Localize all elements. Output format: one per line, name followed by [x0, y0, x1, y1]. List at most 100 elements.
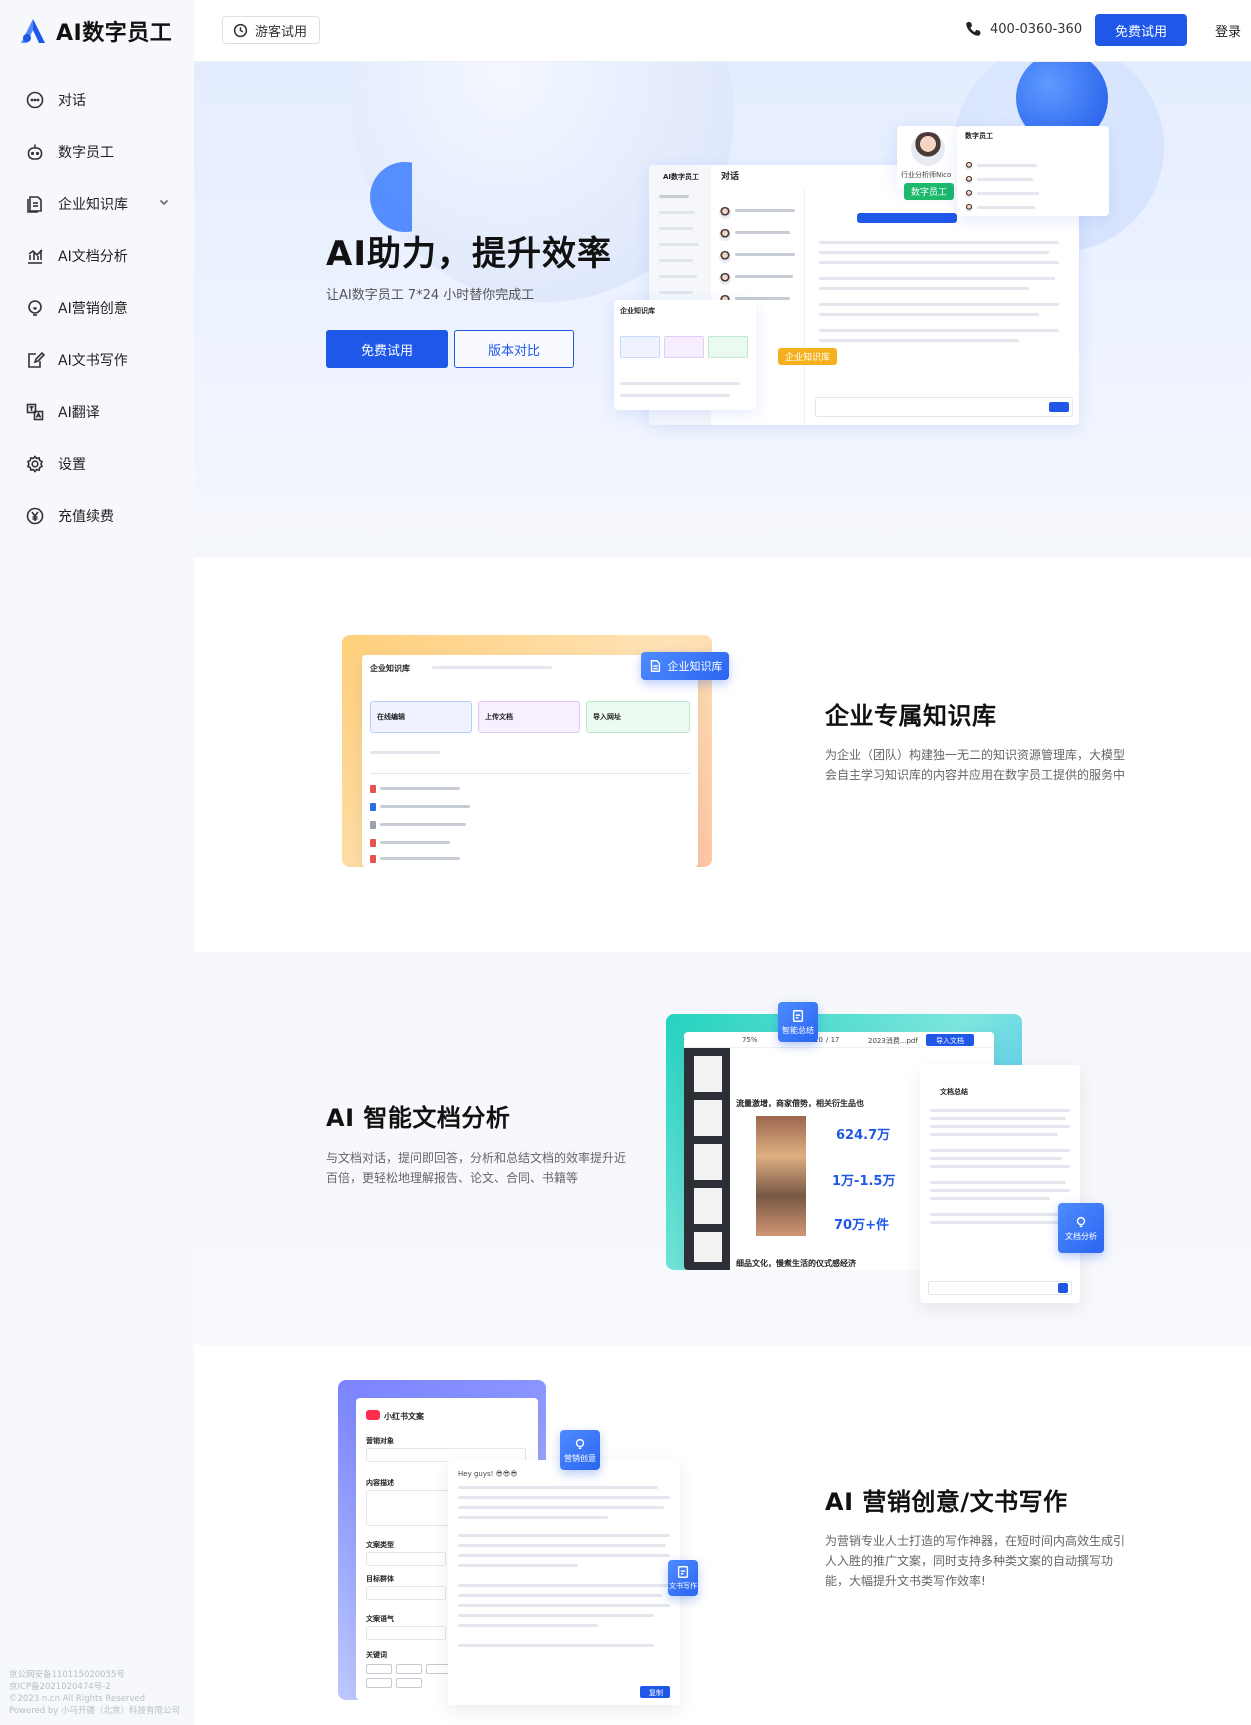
hero-free-trial-button[interactable]: 免费试用 — [326, 330, 448, 368]
form-input[interactable] — [366, 1586, 446, 1600]
kb-card-upload: 上传文档 — [478, 701, 580, 733]
mock-line — [380, 805, 470, 808]
sidebar-item-writing[interactable]: AI文书写作 — [0, 334, 194, 386]
kb-card-import: 导入网址 — [586, 701, 690, 733]
kb-window-mock: 企业知识库 — [614, 300, 756, 410]
mock-line — [977, 192, 1039, 195]
page-thumbnail[interactable] — [694, 1100, 722, 1136]
keyword-tag[interactable] — [366, 1664, 392, 1674]
mock-avatar — [719, 251, 731, 263]
form-select[interactable] — [366, 1626, 446, 1640]
doc-section-title: AI 智能文档分析 — [326, 1104, 511, 1132]
mock-line — [458, 1584, 670, 1587]
mock-line — [380, 787, 460, 790]
marketing-section-desc: 为营销专业人士打造的写作神器，在短时间内高效生成引人入胜的推广文案，同时支持多种… — [825, 1534, 1126, 1588]
copy-button[interactable]: 复制 — [640, 1686, 670, 1698]
mock-line — [458, 1486, 658, 1489]
brand-logo[interactable]: AI数字员工 — [18, 14, 172, 48]
mock-line — [819, 241, 1059, 244]
edit-document-icon — [792, 1009, 804, 1022]
sidebar-item-knowledge-base[interactable]: 企业知识库 — [0, 178, 194, 230]
sidebar-item-digital-employee[interactable]: 数字员工 — [0, 126, 194, 178]
keyword-tag[interactable] — [396, 1664, 422, 1674]
mock-chat-title: 对话 — [721, 172, 740, 182]
form-label: 营销对象 — [366, 1437, 394, 1445]
product-image — [756, 1116, 806, 1236]
page-thumbnail[interactable] — [694, 1056, 722, 1092]
xhs-logo-icon — [366, 1410, 380, 1420]
summary-input[interactable] — [928, 1281, 1072, 1295]
mock-line — [819, 251, 1049, 254]
doc-icon — [370, 803, 376, 811]
mock-line — [458, 1614, 654, 1617]
file-name[interactable]: 2023消费...pdf — [868, 1036, 918, 1046]
translate-icon — [24, 401, 46, 423]
sidebar-item-chat[interactable]: 对话 — [0, 74, 194, 126]
mock-line — [659, 211, 695, 214]
zoom-level[interactable]: 75% — [742, 1036, 758, 1044]
kb-tag: 企业知识库 — [778, 348, 838, 365]
kb-section-desc: 为企业（团队）构建独一无二的知识资源管理库，大模型会自主学习知识库的内容并应用在… — [825, 748, 1126, 782]
sidebar-item-marketing[interactable]: AI营销创意 — [0, 282, 194, 334]
footer-line[interactable]: 京公网安备110115020055号 — [9, 1669, 180, 1681]
mock-user-bubble — [857, 213, 957, 223]
chevron-down-icon[interactable] — [158, 196, 170, 208]
mock-avatar — [965, 176, 973, 184]
page-thumbnail[interactable] — [694, 1232, 722, 1262]
avatar-card-mock: 行业分析师Nico — [897, 126, 959, 188]
robot-icon — [24, 141, 46, 163]
footer-line: ©2023 n.cn All Rights Reserved — [9, 1694, 145, 1704]
xhs-mock-title: 小红书文案 — [384, 1412, 424, 1421]
mock-line — [735, 231, 790, 234]
page-thumbnail[interactable] — [694, 1188, 722, 1224]
chip-label: 营销创意 — [564, 1453, 596, 1463]
form-select[interactable] — [366, 1552, 446, 1566]
version-compare-button[interactable]: 版本对比 — [454, 330, 574, 368]
employee-window-title: 数字员工 — [965, 132, 993, 140]
import-document-button[interactable]: 导入文档 — [926, 1034, 974, 1046]
footer-line[interactable]: 京ICP备2021020474号-2 — [9, 1681, 180, 1693]
guest-trial-button[interactable]: 游客试用 — [222, 16, 321, 44]
mock-line — [458, 1534, 670, 1537]
mock-line — [819, 277, 1055, 280]
file-icon — [370, 821, 376, 829]
mock-line — [458, 1594, 662, 1597]
chat-icon — [24, 89, 46, 111]
thumbnail-strip — [684, 1048, 730, 1270]
sidebar-item-document-analysis[interactable]: AI文档分析 — [0, 230, 194, 282]
send-icon[interactable] — [1058, 1283, 1068, 1293]
sidebar-item-label: AI翻译 — [58, 405, 100, 421]
lightbulb-icon — [1076, 1216, 1086, 1227]
keyword-tag[interactable] — [396, 1678, 422, 1688]
sidebar-item-translate[interactable]: AI翻译 — [0, 386, 194, 438]
sidebar-item-settings[interactable]: 设置 — [0, 438, 194, 490]
hero-title: AI助力，提升效率 — [326, 234, 612, 274]
form-label: 内容描述 — [366, 1479, 394, 1487]
mock-avatar — [965, 190, 973, 198]
login-link[interactable]: 登录 — [1215, 21, 1241, 40]
keyword-tag[interactable] — [366, 1678, 392, 1688]
kb-card-online-edit: 在线编辑 — [370, 701, 472, 733]
mock-line — [930, 1109, 1070, 1112]
kb-card-label: 上传文档 — [485, 713, 513, 721]
mock-line — [819, 303, 1059, 306]
marketing-writing-section: 小红书文案 营销对象 内容描述 文案类型 目标群体 文案语气 关键词 Hey g… — [194, 1345, 1251, 1725]
phone-contact[interactable]: 400-0360-360 — [964, 20, 1082, 38]
free-trial-button[interactable]: 免费试用 — [1095, 14, 1187, 46]
sidebar-item-recharge[interactable]: 充值续费 — [0, 490, 194, 542]
doc-analysis-chip: 文档分析 — [1058, 1203, 1104, 1253]
mock-input — [815, 397, 1073, 417]
mock-line — [620, 394, 730, 397]
mock-line — [930, 1125, 1070, 1128]
sidebar-item-label: AI文档分析 — [58, 249, 128, 265]
mock-line — [380, 841, 450, 844]
page-thumbnail[interactable] — [694, 1144, 722, 1180]
kb-card-mock: 企业知识库 在线编辑 上传文档 导入网址 — [362, 655, 698, 867]
stat-value: 70万+件 — [834, 1218, 889, 1233]
mock-line — [735, 209, 795, 212]
sidebar-footer: 京公网安备110115020055号 京ICP备2021020474号-2 ©2… — [9, 1669, 180, 1717]
kb-window-title: 企业知识库 — [620, 307, 655, 315]
mock-line — [930, 1197, 1050, 1200]
knowledge-base-icon — [650, 660, 660, 672]
mock-line — [819, 329, 1059, 332]
